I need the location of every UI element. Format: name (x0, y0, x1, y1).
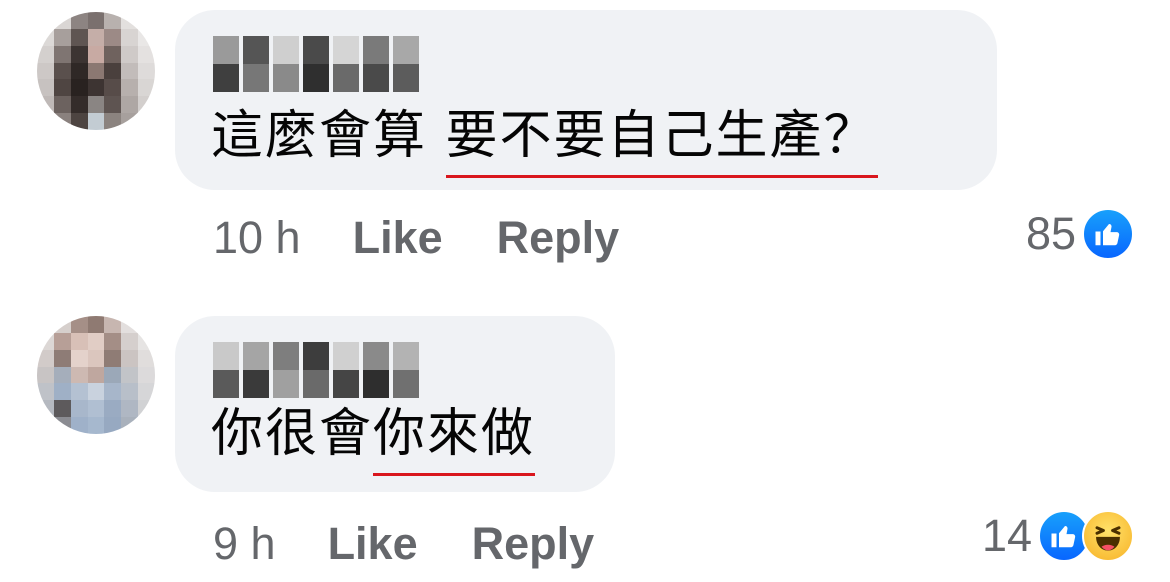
comment-item: 這麼會算 要不要自己生產？ 10 h Like Reply 85 (0, 0, 1170, 290)
comment-text-plain: 你很會 (211, 404, 374, 464)
comment-text-underlined: 要不要自己生產？ (445, 106, 878, 166)
comment-actions: 10 h Like Reply (213, 212, 619, 264)
timestamp[interactable]: 10 h (213, 212, 301, 264)
reaction-summary[interactable]: 85 (1026, 208, 1134, 260)
reaction-summary[interactable]: 14 (982, 510, 1134, 562)
haha-icon (1082, 510, 1134, 562)
reaction-count: 85 (1025, 208, 1076, 259)
comment-text-plain: 這麼會算 (211, 106, 446, 166)
comment-bubble: 你很會你來做 (175, 316, 615, 492)
comment-bubble: 這麼會算 要不要自己生產？ (175, 10, 997, 190)
avatar[interactable] (37, 12, 155, 130)
comment-item: 你很會你來做 9 h Like Reply 14 (0, 300, 1170, 582)
comment-text: 你很會你來做 (211, 408, 535, 460)
avatar[interactable] (37, 316, 155, 434)
reply-button[interactable]: Reply (472, 518, 595, 570)
author-name-blurred[interactable] (213, 342, 419, 398)
comment-text-underlined: 你來做 (373, 404, 536, 464)
reaction-count: 14 (981, 510, 1032, 561)
author-name-blurred[interactable] (213, 36, 419, 92)
timestamp[interactable]: 9 h (213, 518, 276, 570)
like-button[interactable]: Like (328, 518, 418, 570)
reply-button[interactable]: Reply (497, 212, 620, 264)
comment-thread: 這麼會算 要不要自己生產？ 10 h Like Reply 85 你很會你來做 … (0, 0, 1170, 582)
comment-text: 這麼會算 要不要自己生產？ (211, 110, 878, 162)
like-icon (1082, 208, 1134, 260)
comment-actions: 9 h Like Reply (213, 518, 594, 570)
like-button[interactable]: Like (353, 212, 443, 264)
